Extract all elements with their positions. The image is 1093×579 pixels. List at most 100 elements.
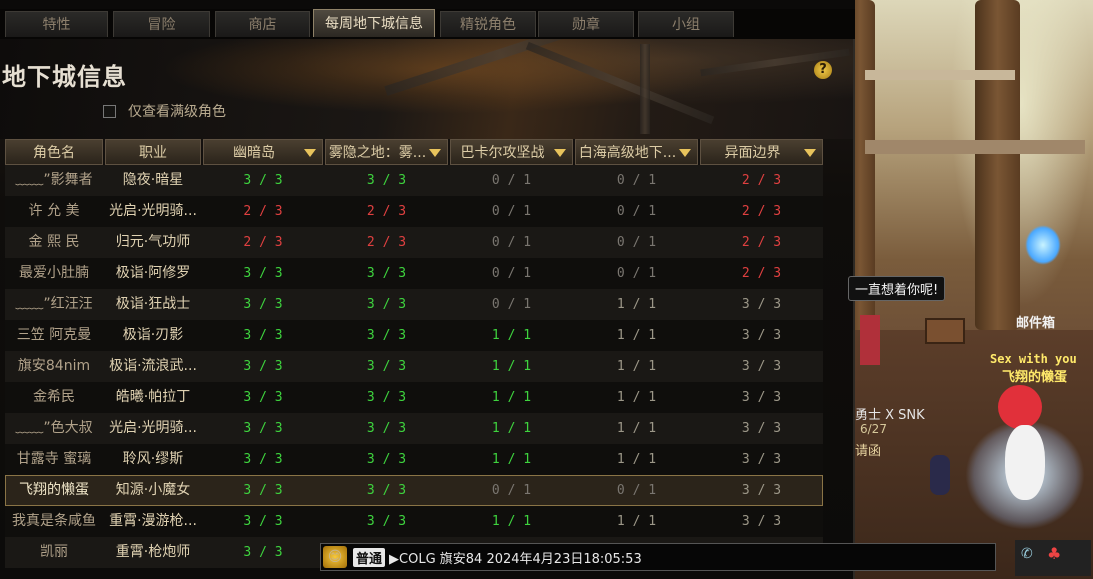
clear-count: 3 / 3 bbox=[243, 421, 283, 436]
character-class: 聆风·缪斯 bbox=[122, 451, 184, 467]
table-row[interactable]: ﹏﹏”红汪汪 极诣·狂战士 3 / 3 3 / 3 0 / 1 1 / 1 3 / 3 bbox=[5, 289, 823, 320]
character-name: 飞翔的懒蛋 bbox=[19, 482, 89, 498]
table-row[interactable]: 金 熙 民 归元·气功师 2 / 3 2 / 3 0 / 1 0 / 1 2 / 3 bbox=[5, 227, 823, 258]
invite-label: 请函 bbox=[855, 444, 882, 459]
sort-arrow-icon[interactable] bbox=[804, 149, 816, 157]
clear-count: 3 / 3 bbox=[366, 421, 407, 436]
table-row[interactable]: 最爱小肚腩 极诣·阿修罗 3 / 3 3 / 3 0 / 1 0 / 1 2 / 3 bbox=[5, 258, 823, 289]
tab-elite-characters[interactable]: 精锐角色 bbox=[440, 11, 536, 37]
character-name: 甘露寺 蜜璃 bbox=[16, 451, 92, 467]
clear-count: 2 / 3 bbox=[741, 173, 782, 188]
table-row[interactable]: 许 允 美 光启·光明骑... 2 / 3 2 / 3 0 / 1 0 / 1 2 / 3 bbox=[5, 196, 823, 227]
character-class: 知源·小魔女 bbox=[115, 482, 191, 498]
clear-count: 3 / 3 bbox=[366, 266, 407, 281]
clear-count: 1 / 1 bbox=[491, 328, 532, 343]
checkbox[interactable] bbox=[103, 104, 116, 118]
page-title: 地下城信息 bbox=[2, 63, 127, 91]
table-row[interactable]: 金希民 皓曦·帕拉丁 3 / 3 3 / 3 1 / 1 1 / 1 3 / 3 bbox=[5, 382, 823, 413]
tab-traits[interactable]: 特性 bbox=[5, 11, 108, 37]
clear-count: 0 / 1 bbox=[491, 235, 532, 250]
filter-label: 仅查看满级角色 bbox=[128, 104, 226, 120]
character-class: 重霄·漫游枪... bbox=[109, 513, 197, 529]
dungeon-info-panel: 地下城信息 ? 仅查看满级角色 角色名 职业 幽暗岛 雾隐之地：雾... 巴卡尔攻坚战 白… bbox=[0, 39, 855, 579]
clear-count: 3 / 3 bbox=[741, 359, 782, 374]
emoji-icon[interactable]: 😊 bbox=[323, 546, 347, 568]
clear-count: 0 / 1 bbox=[491, 266, 532, 281]
clear-count: 0 / 1 bbox=[616, 266, 657, 281]
full-level-filter[interactable]: 仅查看满级角色 bbox=[103, 101, 226, 121]
clear-count: 3 / 3 bbox=[366, 297, 407, 312]
tab-adventure[interactable]: 冒险 bbox=[113, 11, 210, 37]
clear-count: 0 / 1 bbox=[491, 173, 532, 188]
help-icon[interactable]: ? bbox=[814, 61, 832, 79]
clear-count: 3 / 3 bbox=[366, 452, 407, 467]
table-row[interactable]: 旗安84nim 极诣·流浪武... 3 / 3 3 / 3 1 / 1 1 / 1 3 / … bbox=[5, 351, 823, 382]
tab-group[interactable]: 小组 bbox=[638, 11, 734, 37]
character-name: 凯丽 bbox=[40, 544, 68, 560]
clear-count: 2 / 3 bbox=[741, 266, 782, 281]
clear-count: 1 / 1 bbox=[616, 452, 657, 467]
column-header-label: 异面边界 bbox=[724, 145, 781, 161]
clear-count: 3 / 3 bbox=[741, 297, 782, 312]
tab-weekly-dungeon[interactable]: 每周地下城信息 bbox=[313, 9, 435, 37]
chat-bar[interactable]: 😊 普通 ▶COLG 旗安84 2024年4月23日18:05:53 bbox=[320, 543, 996, 571]
other-player-name: 勇士 X SNK bbox=[855, 408, 925, 423]
character-class: 极诣·阿修罗 bbox=[115, 265, 191, 281]
player-name: 飞翔的懒蛋 bbox=[1002, 370, 1068, 385]
tab-medals[interactable]: 勋章 bbox=[538, 11, 634, 37]
sort-arrow-icon[interactable] bbox=[429, 149, 441, 157]
character-name: ﹏﹏”影舞者 bbox=[15, 172, 93, 188]
clear-count: 2 / 3 bbox=[741, 235, 782, 250]
clear-count: 2 / 3 bbox=[741, 204, 782, 219]
column-header-3[interactable]: 雾隐之地：雾... bbox=[325, 139, 448, 165]
table-row[interactable]: 我真是条咸鱼 重霄·漫游枪... 3 / 3 3 / 3 1 / 1 1 / 1 3 / 3 bbox=[5, 506, 823, 537]
table-header: 角色名 职业 幽暗岛 雾隐之地：雾... 巴卡尔攻坚战 白海高级地下... 异面边界 bbox=[5, 139, 823, 165]
chat-message: ▶COLG 旗安84 2024年4月23日18:05:53 bbox=[389, 551, 642, 567]
clear-count: 3 / 3 bbox=[243, 328, 283, 343]
clear-count: 1 / 1 bbox=[616, 421, 657, 436]
tab-shop[interactable]: 商店 bbox=[215, 11, 310, 37]
mailbox-label: 邮件箱 bbox=[1016, 316, 1056, 331]
clear-count: 2 / 3 bbox=[366, 204, 407, 219]
character-name: 旗安84nim bbox=[17, 358, 91, 374]
character-avatar[interactable] bbox=[998, 385, 1042, 429]
column-header-4[interactable]: 巴卡尔攻坚战 bbox=[450, 139, 573, 165]
column-header-2[interactable]: 幽暗岛 bbox=[203, 139, 323, 165]
sort-arrow-icon[interactable] bbox=[304, 149, 316, 157]
clear-count: 3 / 3 bbox=[243, 359, 283, 374]
sort-arrow-icon[interactable] bbox=[554, 149, 566, 157]
character-class: 极诣·狂战士 bbox=[115, 296, 191, 312]
sort-arrow-icon[interactable] bbox=[679, 149, 691, 157]
phone-icon[interactable]: ✆ bbox=[1021, 546, 1033, 562]
character-name: ﹏﹏”色大叔 bbox=[15, 420, 93, 436]
chat-mode[interactable]: 普通 bbox=[353, 547, 386, 567]
character-class: 极诣·刃影 bbox=[122, 327, 184, 343]
clear-count: 3 / 3 bbox=[366, 514, 407, 529]
banner-art bbox=[0, 39, 853, 139]
clear-count: 3 / 3 bbox=[366, 359, 407, 374]
character-name: 金 熙 民 bbox=[28, 234, 80, 250]
clear-count: 3 / 3 bbox=[741, 328, 782, 343]
clear-count: 3 / 3 bbox=[741, 452, 782, 467]
system-icons: ✆ ♣ bbox=[1015, 540, 1091, 576]
table-body: ﹏﹏”影舞者 隐夜·暗星 3 / 33 / 30 / 10 / 12 / 3许 允 … bbox=[5, 165, 823, 568]
column-header-label: 幽暗岛 bbox=[233, 145, 275, 161]
clear-count: 3 / 3 bbox=[243, 483, 283, 498]
clear-count: 3 / 3 bbox=[243, 452, 283, 467]
table-row[interactable]: ﹏﹏”色大叔 光启·光明骑... 3 / 3 3 / 3 1 / 1 1 / 1 3 / 3 bbox=[5, 413, 823, 444]
table-row[interactable]: 三笠 阿克曼 极诣·刃影 3 / 3 3 / 3 1 / 1 1 / 1 3 / 3 bbox=[5, 320, 823, 351]
clear-count: 1 / 1 bbox=[616, 514, 657, 529]
character-class: 归元·气功师 bbox=[115, 234, 191, 250]
character-name: 许 允 美 bbox=[28, 203, 80, 219]
npc-speech-bubble: 一直想着你呢! bbox=[848, 276, 946, 301]
character-class: 光启·光明骑... bbox=[109, 420, 197, 436]
tab-bar: 特性 冒险 商店 每周地下城信息 精锐角色 勋章 小组 bbox=[0, 9, 860, 39]
column-header-5[interactable]: 白海高级地下... bbox=[575, 139, 698, 165]
table-row[interactable]: ﹏﹏”影舞者 隐夜·暗星 3 / 3 3 / 3 0 / 1 0 / 1 2 / 3 bbox=[5, 165, 823, 196]
mushroom-icon[interactable]: ♣ bbox=[1047, 544, 1061, 563]
column-header-6[interactable]: 异面边界 bbox=[700, 139, 823, 165]
column-header-label: 雾隐之地：雾... bbox=[328, 145, 427, 161]
table-row[interactable]: 飞翔的懒蛋 知源·小魔女 3 / 3 3 / 3 0 / 1 0 / 1 3 / 3 bbox=[5, 475, 823, 506]
table-row[interactable]: 甘露寺 蜜璃 聆风·缪斯 3 / 3 3 / 3 1 / 1 1 / 1 3 / 3 bbox=[5, 444, 823, 475]
mailbox-icon[interactable] bbox=[925, 318, 965, 344]
